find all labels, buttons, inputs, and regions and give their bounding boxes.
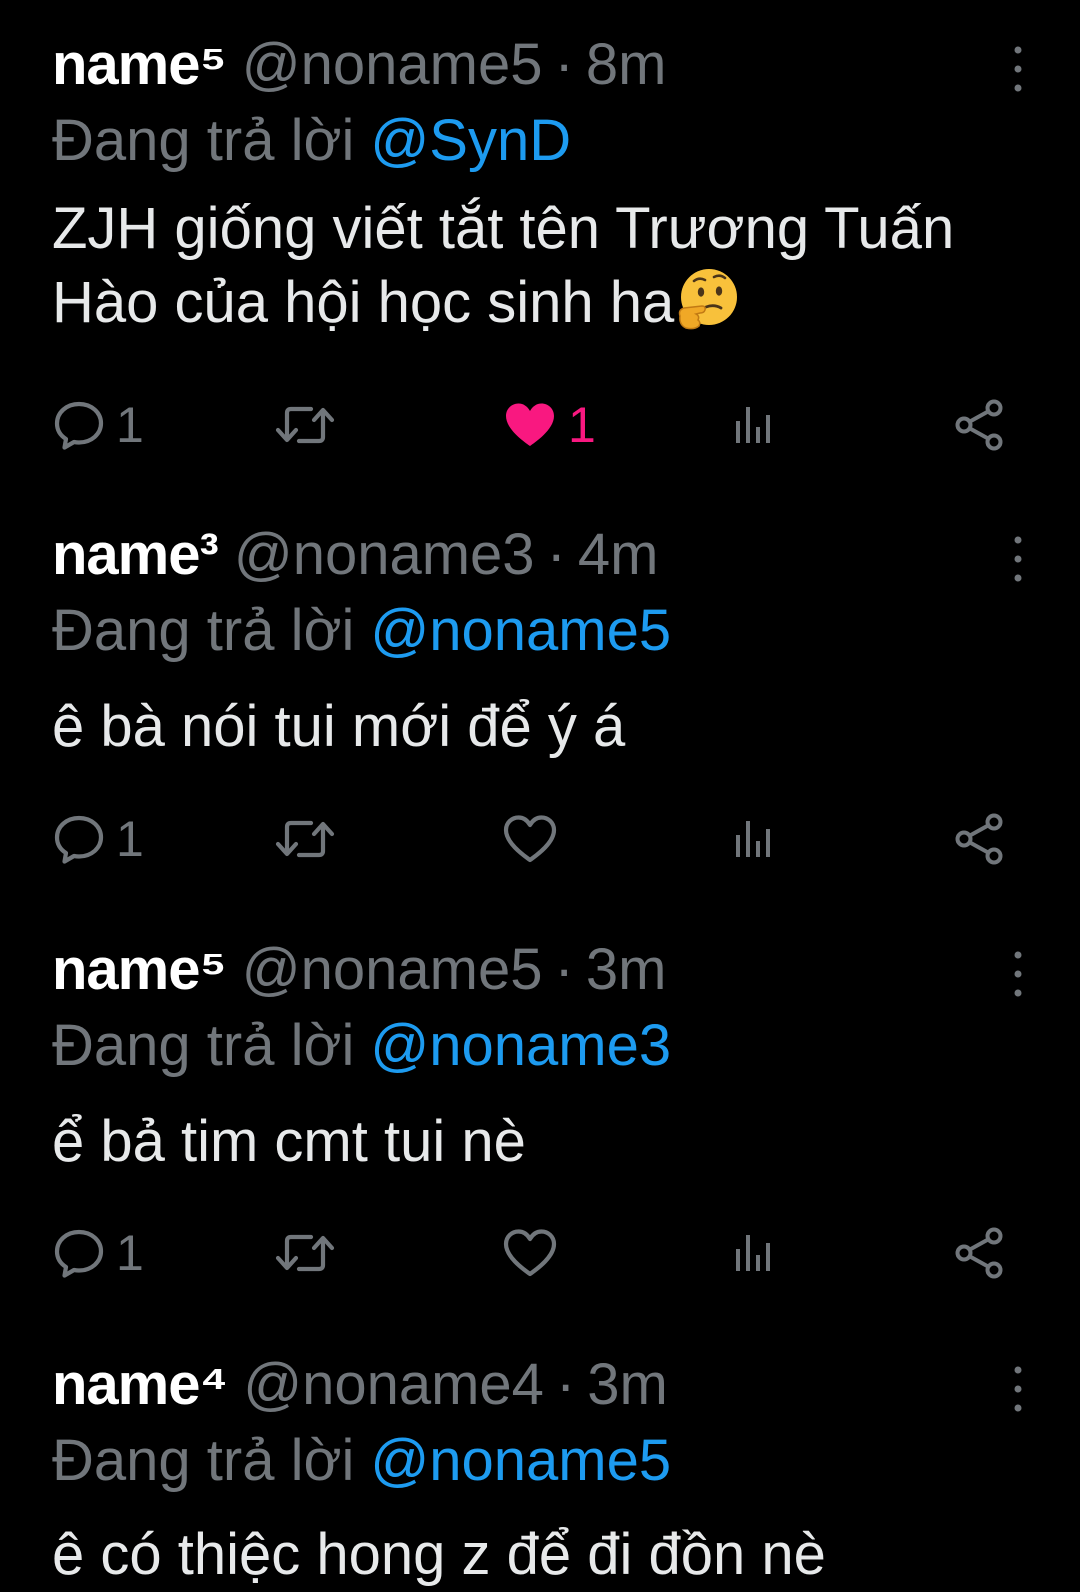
heart-icon xyxy=(502,399,558,451)
replying-to: Đang trả lời @noname5 xyxy=(52,596,671,666)
retweet-button[interactable] xyxy=(272,390,338,460)
bar-chart-icon xyxy=(730,813,778,865)
retweet-icon xyxy=(272,399,338,451)
timestamp[interactable]: 8m xyxy=(586,30,667,100)
tweet[interactable]: name⁴ @noname4 · 3m Đang trả lời @noname5… xyxy=(0,1350,1080,1587)
chat-bubble-icon xyxy=(52,399,106,451)
tweet[interactable]: name⁵ @noname5 · 3m Đang trả lời @noname3… xyxy=(0,935,1080,1335)
tweet-header: name³ @noname3 · 4m xyxy=(52,520,658,590)
replying-to-handle[interactable]: @noname3 xyxy=(370,1013,671,1078)
tweet-text: ê bà nói tui mới để ý á xyxy=(52,690,1012,764)
retweet-icon xyxy=(272,813,338,865)
share-icon xyxy=(952,397,1008,453)
tweet-text-content: ZJH giống viết tắt tên Trương Tuấn Hào c… xyxy=(52,196,955,335)
display-name[interactable]: name⁵ xyxy=(52,935,227,1005)
retweet-icon xyxy=(272,1227,338,1279)
bar-chart-icon xyxy=(730,1227,778,1279)
reply-button[interactable]: 1 xyxy=(52,804,144,874)
chat-bubble-icon xyxy=(52,1227,106,1279)
retweet-button[interactable] xyxy=(272,1218,338,1288)
replying-to-label: Đang trả lời xyxy=(52,108,355,173)
tweet[interactable]: name³ @noname3 · 4m Đang trả lời @noname5… xyxy=(0,520,1080,920)
separator-dot: · xyxy=(554,32,574,97)
user-handle[interactable]: @noname5 xyxy=(242,935,543,1005)
heart-icon xyxy=(502,813,558,865)
reply-button[interactable]: 1 xyxy=(52,390,144,460)
display-name[interactable]: name³ xyxy=(52,520,219,590)
separator-dot: · xyxy=(546,522,566,587)
user-handle[interactable]: @noname4 xyxy=(243,1350,544,1420)
display-name[interactable]: name⁵ xyxy=(52,30,227,100)
tweet-header: name⁴ @noname4 · 3m xyxy=(52,1350,668,1420)
tweet-text-content: ê bà nói tui mới để ý á xyxy=(52,694,626,759)
heart-icon xyxy=(502,1227,558,1279)
timestamp[interactable]: 3m xyxy=(587,1350,668,1420)
replying-to: Đang trả lời @SynD xyxy=(52,106,571,176)
timestamp[interactable]: 3m xyxy=(586,935,667,1005)
share-icon xyxy=(952,1225,1008,1281)
replying-to-label: Đang trả lời xyxy=(52,1428,355,1493)
separator-dot: · xyxy=(554,937,574,1002)
reply-count: 1 xyxy=(116,811,144,867)
reply-count: 1 xyxy=(116,397,144,453)
tweet-header: name⁵ @noname5 · 8m xyxy=(52,30,666,100)
like-button[interactable] xyxy=(502,804,568,874)
share-button[interactable] xyxy=(952,1218,1008,1288)
reply-count: 1 xyxy=(116,1225,144,1281)
tweet[interactable]: name⁵ @noname5 · 8m Đang trả lời @SynD ZJ… xyxy=(0,30,1080,470)
separator-dot: · xyxy=(555,1352,576,1417)
replying-to-label: Đang trả lời xyxy=(52,1013,355,1078)
share-icon xyxy=(952,811,1008,867)
tweet-actions: 1 xyxy=(0,804,1080,874)
user-handle[interactable]: @noname5 xyxy=(242,30,543,100)
timestamp[interactable]: 4m xyxy=(578,520,659,590)
replying-to-handle[interactable]: @SynD xyxy=(370,108,571,173)
replying-to-handle[interactable]: @noname5 xyxy=(370,1428,671,1493)
like-button[interactable] xyxy=(502,1218,568,1288)
views-button[interactable] xyxy=(730,390,778,460)
replying-to-label: Đang trả lời xyxy=(52,598,355,663)
bar-chart-icon xyxy=(730,399,778,451)
user-handle[interactable]: @noname3 xyxy=(234,520,535,590)
tweet-actions: 1 1 xyxy=(0,390,1080,460)
more-options-icon[interactable] xyxy=(1006,534,1030,584)
share-button[interactable] xyxy=(952,804,1008,874)
tweet-text: ZJH giống viết tắt tên Trương Tuấn Hào c… xyxy=(52,192,1012,340)
chat-bubble-icon xyxy=(52,813,106,865)
retweet-button[interactable] xyxy=(272,804,338,874)
like-count: 1 xyxy=(568,397,596,453)
reply-button[interactable]: 1 xyxy=(52,1218,144,1288)
more-options-icon[interactable] xyxy=(1006,44,1030,94)
more-options-icon[interactable] xyxy=(1006,1364,1030,1414)
replying-to-handle[interactable]: @noname5 xyxy=(370,598,671,663)
replying-to: Đang trả lời @noname5 xyxy=(52,1426,671,1496)
views-button[interactable] xyxy=(730,1218,778,1288)
share-button[interactable] xyxy=(952,390,1008,460)
tweet-text: ê có thiệc hong z để đi đồn nè xyxy=(52,1518,1012,1592)
like-button[interactable]: 1 xyxy=(502,390,596,460)
thinking-face-emoji-icon xyxy=(674,266,740,332)
replying-to: Đang trả lời @noname3 xyxy=(52,1011,671,1081)
tweet-header: name⁵ @noname5 · 3m xyxy=(52,935,666,1005)
more-options-icon[interactable] xyxy=(1006,949,1030,999)
tweet-text-content: ê có thiệc hong z để đi đồn nè xyxy=(52,1522,826,1587)
tweet-text: ể bả tim cmt tui nè xyxy=(52,1105,1012,1179)
tweet-actions: 1 xyxy=(0,1218,1080,1288)
display-name[interactable]: name⁴ xyxy=(52,1350,228,1420)
views-button[interactable] xyxy=(730,804,778,874)
tweet-text-content: ể bả tim cmt tui nè xyxy=(52,1109,526,1174)
